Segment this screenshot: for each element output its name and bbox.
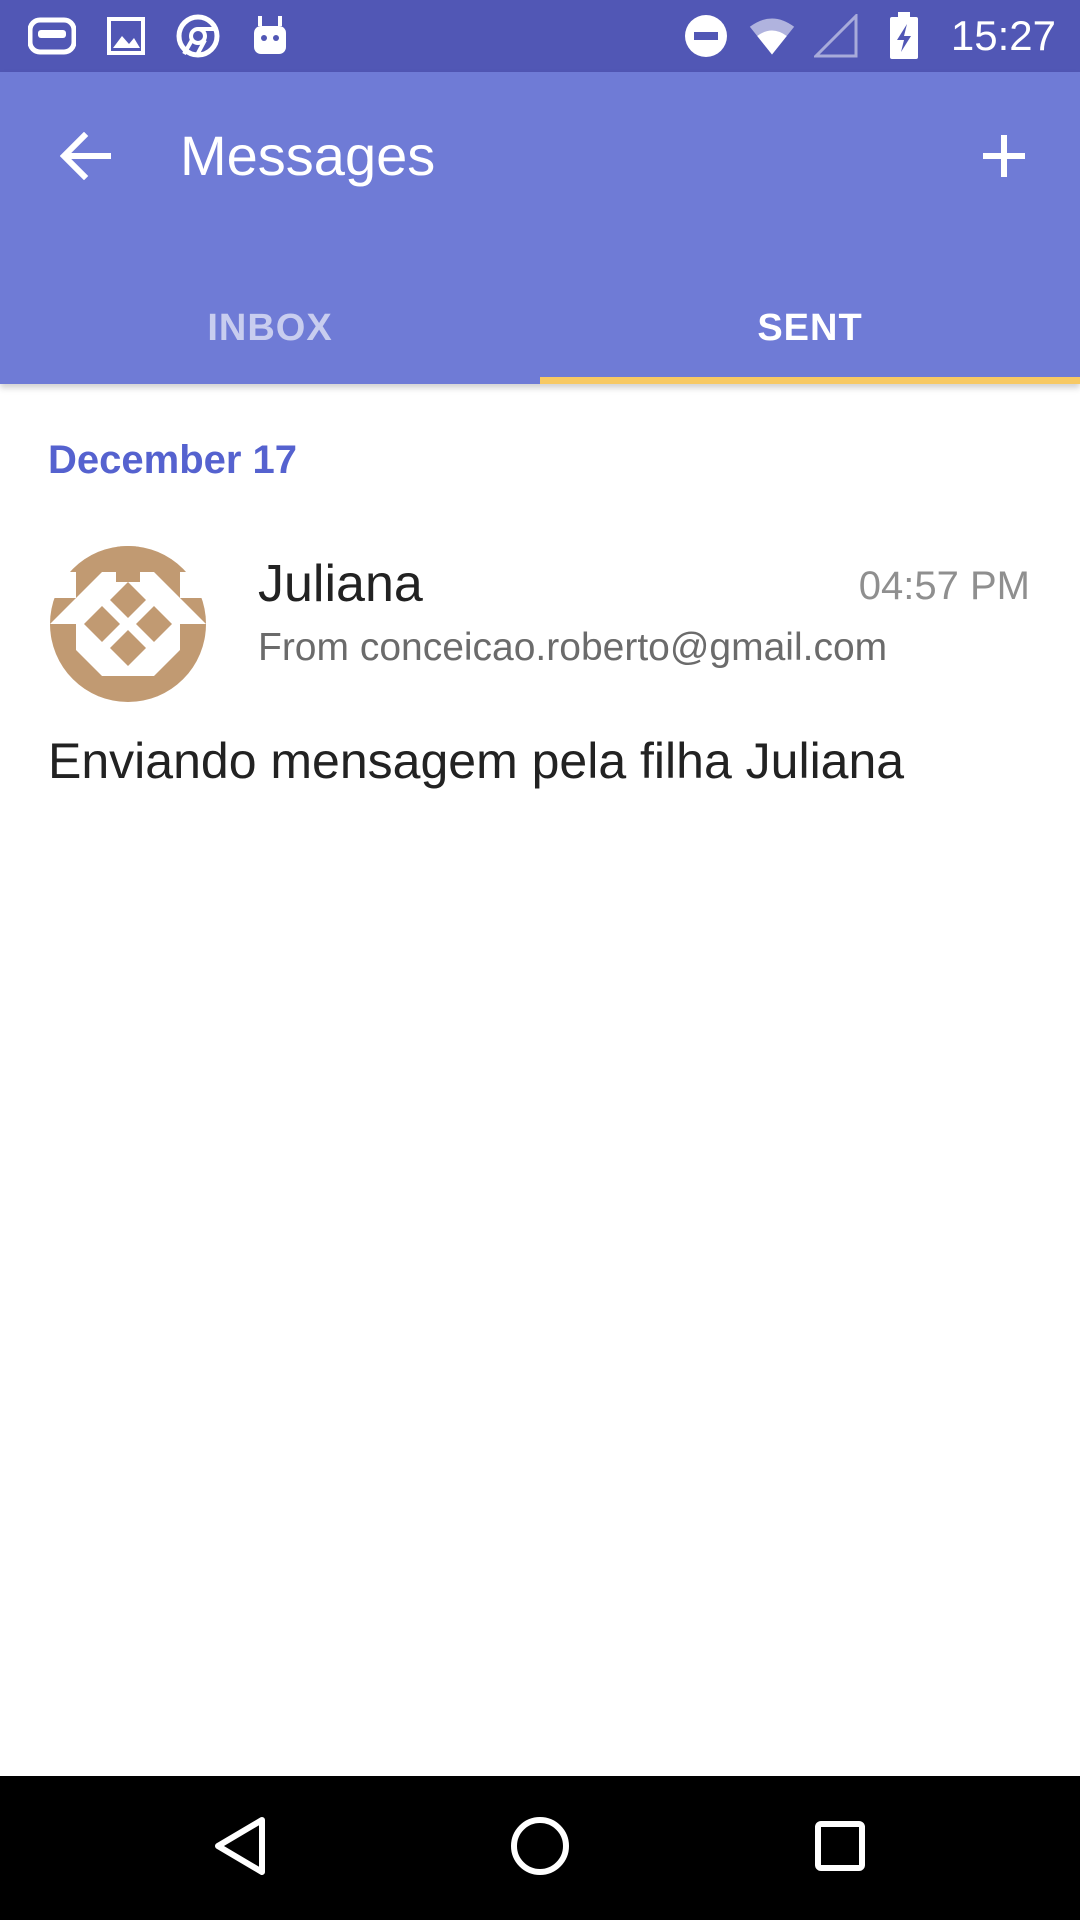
android-icon	[246, 14, 294, 58]
sender-email: From conceicao.roberto@gmail.com	[258, 626, 888, 669]
nav-back-button[interactable]	[190, 1798, 290, 1898]
home-circle-icon	[510, 1816, 570, 1881]
wifi-icon	[748, 14, 796, 58]
sender-name: Juliana	[258, 555, 423, 613]
signal-icon	[812, 14, 860, 58]
tab-indicator	[540, 377, 1080, 384]
plus-icon	[981, 133, 1027, 184]
back-triangle-icon	[212, 1816, 268, 1881]
status-time: 15:27	[950, 12, 1056, 59]
tab-inbox[interactable]: INBOX	[0, 272, 540, 384]
dnd-icon	[682, 14, 730, 58]
image-icon	[102, 14, 150, 58]
message-time: 04:57 PM	[858, 564, 1030, 608]
nav-recents-button[interactable]	[790, 1798, 890, 1898]
new-message-button[interactable]	[958, 112, 1050, 204]
avatar	[50, 546, 206, 702]
nav-home-button[interactable]	[490, 1798, 590, 1898]
recents-square-icon	[814, 1820, 866, 1877]
message-body: Enviando mensagem pela filha Juliana	[48, 733, 905, 789]
back-button[interactable]	[40, 112, 132, 204]
status-bar: 15:27	[0, 0, 1080, 72]
tab-sent-label: SENT	[757, 306, 863, 349]
date-header: December 17	[48, 438, 298, 482]
tab-bar: INBOX SENT	[0, 272, 1080, 384]
gamepad-icon	[28, 14, 76, 58]
system-nav-bar	[0, 1776, 1080, 1920]
chrome-icon	[174, 14, 222, 58]
arrow-back-icon	[59, 131, 112, 185]
list-item[interactable]: Juliana 04:57 PM From conceicao.roberto@…	[0, 534, 1080, 814]
app-bar: Messages INBOX SENT	[0, 72, 1080, 384]
tab-sent[interactable]: SENT	[540, 272, 1080, 384]
battery-charging-icon	[880, 12, 928, 59]
page-title: Messages	[180, 124, 436, 187]
tab-inbox-label: INBOX	[207, 306, 333, 349]
